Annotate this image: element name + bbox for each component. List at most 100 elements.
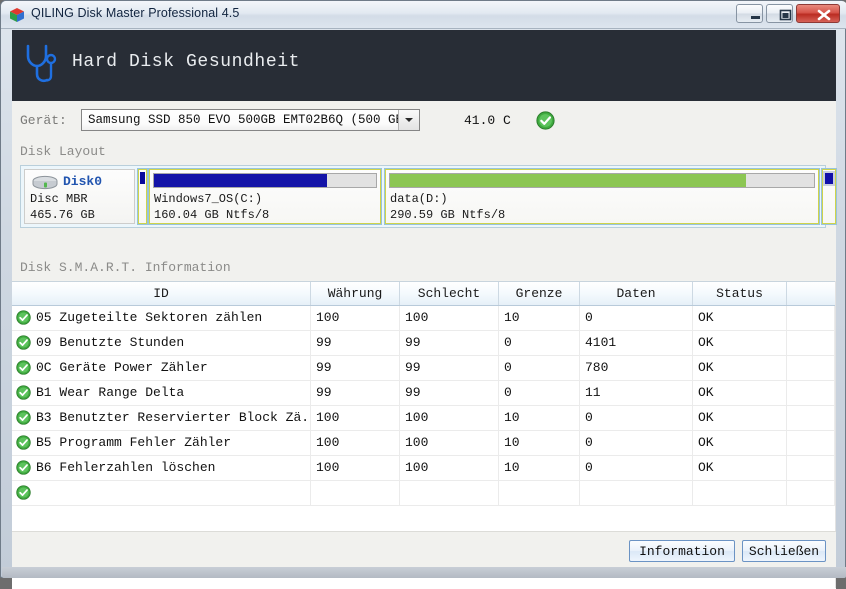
cell-daten: 780 — [580, 356, 693, 380]
partition-d[interactable]: data(D:) 290.59 GB Ntfs/8 — [384, 168, 820, 225]
cell-spacer — [787, 381, 835, 405]
cell-id: B3 Benutzter Reservierter Block Zä... — [12, 406, 311, 430]
table-row[interactable]: B6 Fehlerzahlen löschen 100 100 10 0 OK — [12, 456, 836, 481]
partition-label: Windows7_OS(C:) — [154, 192, 263, 206]
cell-schlecht — [400, 481, 499, 505]
disk-size: 465.76 GB — [30, 208, 95, 222]
column-header-grenze[interactable]: Grenze — [499, 282, 580, 305]
cell-grenze: 0 — [499, 331, 580, 355]
temperature-value: 41.0 C — [464, 113, 511, 128]
table-row[interactable] — [12, 481, 836, 506]
cell-spacer — [787, 456, 835, 480]
app-icon — [9, 7, 25, 23]
cell-grenze: 10 — [499, 456, 580, 480]
disk-info-card[interactable]: Disk0 Disc MBR 465.76 GB — [24, 169, 135, 224]
cell-status: OK — [693, 381, 787, 405]
footer-bar: Information Schließen — [12, 531, 836, 568]
cell-daten: 0 — [580, 306, 693, 330]
close-dialog-button[interactable]: Schließen — [742, 540, 826, 562]
cell-daten: 11 — [580, 381, 693, 405]
column-header-daten[interactable]: Daten — [580, 282, 693, 305]
table-row[interactable]: B3 Benutzter Reservierter Block Zä... 100… — [12, 406, 836, 431]
cell-daten: 0 — [580, 456, 693, 480]
partition-usage-bar — [389, 173, 815, 188]
cell-status: OK — [693, 456, 787, 480]
cell-spacer — [787, 306, 835, 330]
smart-section-label: Disk S.M.A.R.T. Information — [20, 260, 231, 275]
application-window: QILING Disk Master Professional 4.5 Hard… — [0, 0, 846, 589]
cell-spacer — [787, 356, 835, 380]
cell-id: B1 Wear Range Delta — [12, 381, 311, 405]
cell-schlecht: 99 — [400, 331, 499, 355]
table-row[interactable]: 05 Zugeteilte Sektoren zählen 100 100 10 0 OK — [12, 306, 836, 331]
cell-daten: 0 — [580, 406, 693, 430]
device-select-value: Samsung SSD 850 EVO 500GB EMT02B6Q (500 … — [88, 113, 411, 127]
partition-usage-fill — [154, 174, 328, 187]
disk-layout-section-label: Disk Layout — [20, 144, 106, 159]
device-label: Gerät: — [20, 113, 67, 128]
disk-layout-panel: Disk0 Disc MBR 465.76 GB Windows7_OS(C:)… — [20, 165, 837, 228]
cell-status: OK — [693, 356, 787, 380]
cell-grenze: 0 — [499, 356, 580, 380]
partition-system-reserved[interactable] — [137, 168, 148, 225]
cell-id — [12, 481, 311, 505]
cell-spacer — [787, 481, 835, 505]
page-header-banner: Hard Disk Gesundheit — [12, 30, 836, 101]
cell-daten — [580, 481, 693, 505]
disk-type: Disc MBR — [30, 192, 88, 206]
table-header-row: ID Währung Schlecht Grenze Daten Status — [12, 282, 836, 306]
close-button[interactable] — [796, 4, 840, 23]
column-header-status[interactable]: Status — [693, 282, 787, 305]
information-button[interactable]: Information — [629, 540, 735, 562]
cell-daten: 4101 — [580, 331, 693, 355]
partition-usage-bar — [153, 173, 377, 188]
minimize-button[interactable] — [736, 4, 763, 23]
cell-schlecht: 100 — [400, 431, 499, 455]
cell-status: OK — [693, 431, 787, 455]
device-select[interactable]: Samsung SSD 850 EVO 500GB EMT02B6Q (500 … — [81, 109, 420, 131]
cell-wert: 99 — [311, 356, 400, 380]
partition-tail[interactable] — [821, 168, 837, 225]
title-bar: QILING Disk Master Professional 4.5 — [1, 1, 846, 29]
cell-id: B6 Fehlerzahlen löschen — [12, 456, 311, 480]
page-title: Hard Disk Gesundheit — [72, 52, 301, 72]
cell-status: OK — [693, 306, 787, 330]
column-header-spacer[interactable] — [787, 282, 835, 305]
cell-id: B5 Programm Fehler Zähler — [12, 431, 311, 455]
table-row[interactable]: 09 Benutzte Stunden 99 99 0 4101 OK — [12, 331, 836, 356]
cell-grenze: 10 — [499, 406, 580, 430]
cell-wert: 100 — [311, 456, 400, 480]
partition-detail: 160.04 GB Ntfs/8 — [154, 208, 270, 222]
cell-id: 09 Benutzte Stunden — [12, 331, 311, 355]
table-row[interactable]: 0C Geräte Power Zähler 99 99 0 780 OK — [12, 356, 836, 381]
cell-status — [693, 481, 787, 505]
cell-wert: 100 — [311, 306, 400, 330]
partition-detail: 290.59 GB Ntfs/8 — [390, 208, 506, 222]
cell-wert: 100 — [311, 406, 400, 430]
disk-name: Disk0 — [63, 174, 103, 189]
column-header-schlecht[interactable]: Schlecht — [400, 282, 499, 305]
table-row[interactable]: B5 Programm Fehler Zähler 100 100 10 0 OK — [12, 431, 836, 456]
green-check-icon — [536, 111, 555, 135]
partition-c[interactable]: Windows7_OS(C:) 160.04 GB Ntfs/8 — [148, 168, 382, 225]
column-header-id[interactable]: ID — [12, 282, 311, 305]
table-row[interactable]: B1 Wear Range Delta 99 99 0 11 OK — [12, 381, 836, 406]
maximize-button[interactable] — [766, 4, 793, 23]
cell-grenze: 10 — [499, 306, 580, 330]
cell-spacer — [787, 431, 835, 455]
cell-spacer — [787, 331, 835, 355]
cell-wert: 99 — [311, 331, 400, 355]
cell-id: 05 Zugeteilte Sektoren zählen — [12, 306, 311, 330]
cell-wert: 99 — [311, 381, 400, 405]
chevron-down-icon[interactable] — [398, 110, 419, 130]
cell-status: OK — [693, 406, 787, 430]
window-title: QILING Disk Master Professional 4.5 — [31, 6, 240, 20]
stethoscope-icon — [24, 42, 58, 93]
cell-grenze: 0 — [499, 381, 580, 405]
cell-schlecht: 100 — [400, 406, 499, 430]
cell-grenze — [499, 481, 580, 505]
cell-daten: 0 — [580, 431, 693, 455]
partition-usage-bar — [140, 172, 145, 184]
column-header-waehrung[interactable]: Währung — [311, 282, 400, 305]
partition-label: data(D:) — [390, 192, 448, 206]
